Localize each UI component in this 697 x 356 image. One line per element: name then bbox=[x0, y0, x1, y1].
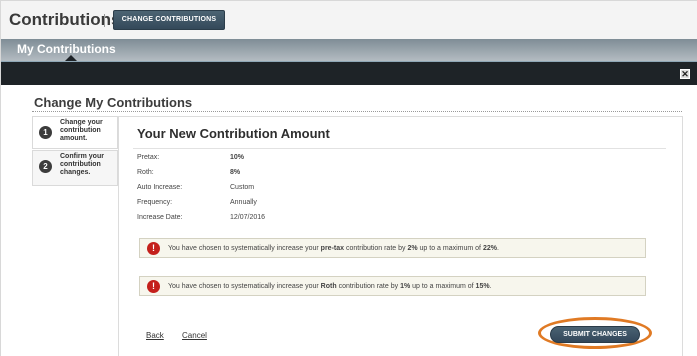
field-label: Auto Increase: bbox=[137, 184, 183, 191]
alert-icon: ! bbox=[147, 242, 160, 255]
field-row-roth: Roth: 8% bbox=[137, 169, 437, 181]
step-label: Change your contribution amount. bbox=[60, 119, 103, 142]
field-label: Pretax: bbox=[137, 154, 160, 161]
notice-message: You have chosen to systematically increa… bbox=[168, 283, 492, 290]
field-label: Increase Date: bbox=[137, 214, 183, 221]
field-row-increase-date: Increase Date: 12/07/2016 bbox=[137, 214, 437, 226]
field-row-frequency: Frequency: Annually bbox=[137, 199, 437, 211]
roth-increase-notice: ! You have chosen to systematically incr… bbox=[139, 276, 646, 296]
step-item-change[interactable]: 1 Change your contribution amount. bbox=[32, 116, 118, 149]
field-value: 10% bbox=[230, 154, 245, 161]
footer-links: Back Cancel bbox=[146, 331, 223, 340]
tab-my-contributions[interactable]: My Contributions bbox=[17, 42, 116, 56]
modal-divider bbox=[32, 111, 682, 112]
confirmation-panel: Your New Contribution Amount Pretax: 10%… bbox=[118, 116, 683, 356]
submit-changes-button[interactable]: SUBMIT CHANGES bbox=[550, 326, 640, 343]
step-label: Confirm your contribution changes. bbox=[60, 153, 104, 176]
field-label: Roth: bbox=[137, 169, 154, 176]
step-number-badge: 1 bbox=[39, 126, 52, 139]
field-label: Frequency: bbox=[137, 199, 173, 206]
step-item-confirm[interactable]: 2 Confirm your contribution changes. bbox=[32, 150, 118, 186]
field-value: 12/07/2016 bbox=[230, 214, 266, 221]
modal-title: Change My Contributions bbox=[34, 95, 193, 110]
back-link[interactable]: Back bbox=[146, 331, 164, 340]
sub-tab-bar: My Contributions bbox=[1, 39, 697, 61]
field-value: Custom bbox=[230, 184, 255, 191]
panel-title: Your New Contribution Amount bbox=[137, 126, 330, 141]
page-header: Contributions CHANGE CONTRIBUTIONS bbox=[1, 1, 697, 39]
field-value: Annually bbox=[230, 199, 257, 206]
panel-divider bbox=[133, 148, 666, 149]
change-contributions-modal: Change My Contributions 1 Change your co… bbox=[1, 85, 697, 356]
close-icon[interactable]: ✕ bbox=[680, 69, 690, 79]
change-contributions-button[interactable]: CHANGE CONTRIBUTIONS bbox=[113, 10, 225, 30]
field-value: 8% bbox=[230, 169, 241, 176]
notice-message: You have chosen to systematically increa… bbox=[168, 245, 499, 252]
field-row-pretax: Pretax: 10% bbox=[137, 154, 437, 166]
modal-header-bar: ✕ bbox=[1, 61, 697, 85]
pretax-increase-notice: ! You have chosen to systematically incr… bbox=[139, 238, 646, 258]
step-list: 1 Change your contribution amount. 2 Con… bbox=[32, 116, 118, 186]
field-row-auto-increase: Auto Increase: Custom bbox=[137, 184, 437, 196]
alert-icon: ! bbox=[147, 280, 160, 293]
title-separator bbox=[104, 14, 105, 27]
cancel-link[interactable]: Cancel bbox=[182, 331, 207, 340]
window-frame: Contributions CHANGE CONTRIBUTIONS My Co… bbox=[0, 0, 697, 356]
step-number-badge: 2 bbox=[39, 160, 52, 173]
